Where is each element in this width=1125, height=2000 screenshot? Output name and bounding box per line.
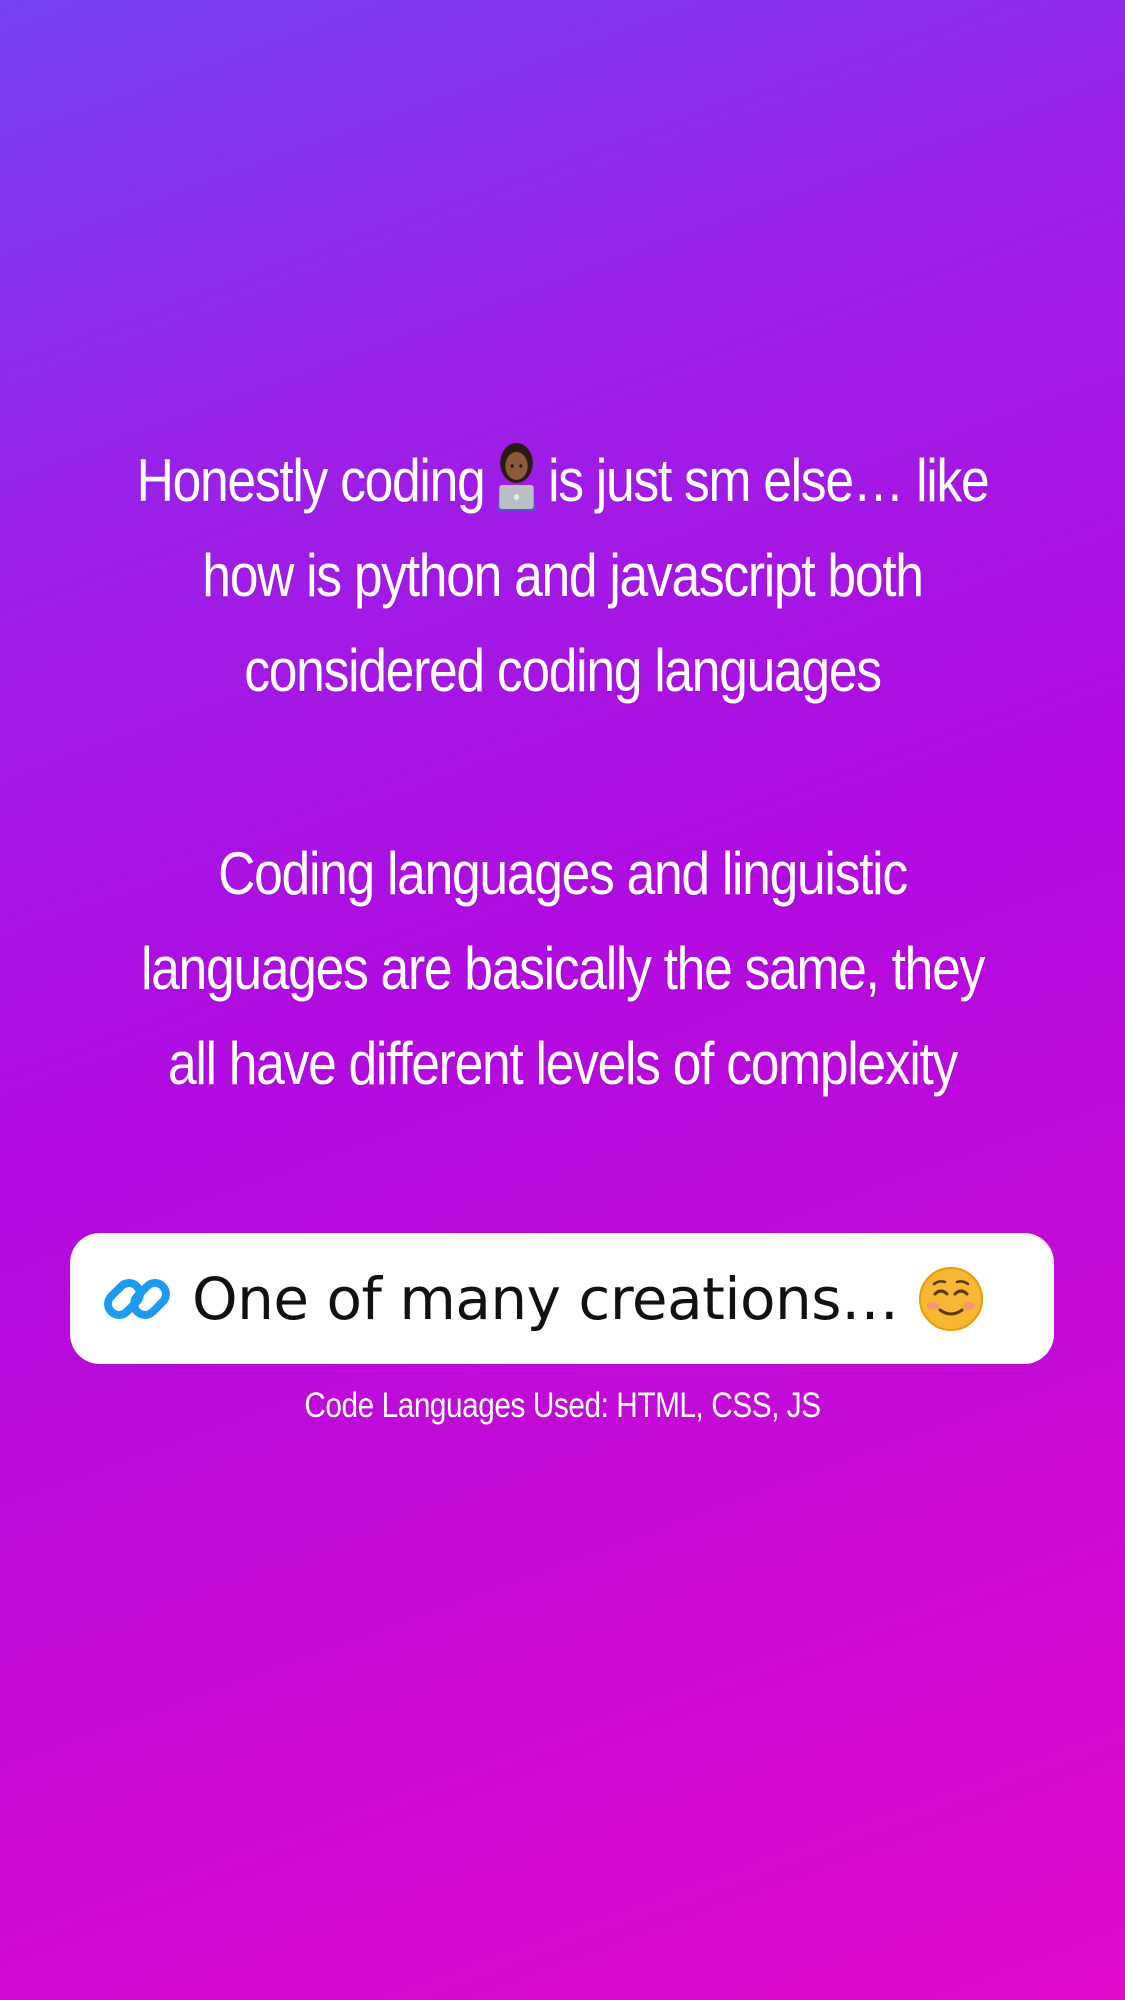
link-sticker-label: One of many creations… xyxy=(192,1264,899,1333)
paragraph-2-line-1: Coding languages and linguistic xyxy=(218,840,908,907)
link-icon xyxy=(104,1278,170,1319)
link-sticker[interactable]: One of many creations… xyxy=(70,1233,1054,1364)
smiling-face-icon xyxy=(919,1266,984,1331)
paragraph-2-line-2: languages are basically the same, they xyxy=(140,935,985,1002)
woman-technologist-icon xyxy=(496,443,537,511)
paragraph-1-line-3: considered coding languages xyxy=(244,637,882,704)
paragraph-1-line-1-end: is just sm else… like xyxy=(548,447,990,514)
paragraph-2-line-3: all have different levels of complexity xyxy=(167,1030,958,1097)
caption-text: Code Languages Used: HTML, CSS, JS xyxy=(304,1386,821,1425)
paragraph-1-line-1: Honestly coding is just sm else… like xyxy=(122,433,1004,528)
story-paragraph-1: Honestly coding is just sm else… like ho… xyxy=(122,433,1004,718)
paragraph-1-line-2: how is python and javascript both xyxy=(202,542,924,609)
story-paragraph-2: Coding languages and linguistic language… xyxy=(122,826,1004,1111)
paragraph-1-line-1-start: Honestly coding xyxy=(136,447,486,514)
